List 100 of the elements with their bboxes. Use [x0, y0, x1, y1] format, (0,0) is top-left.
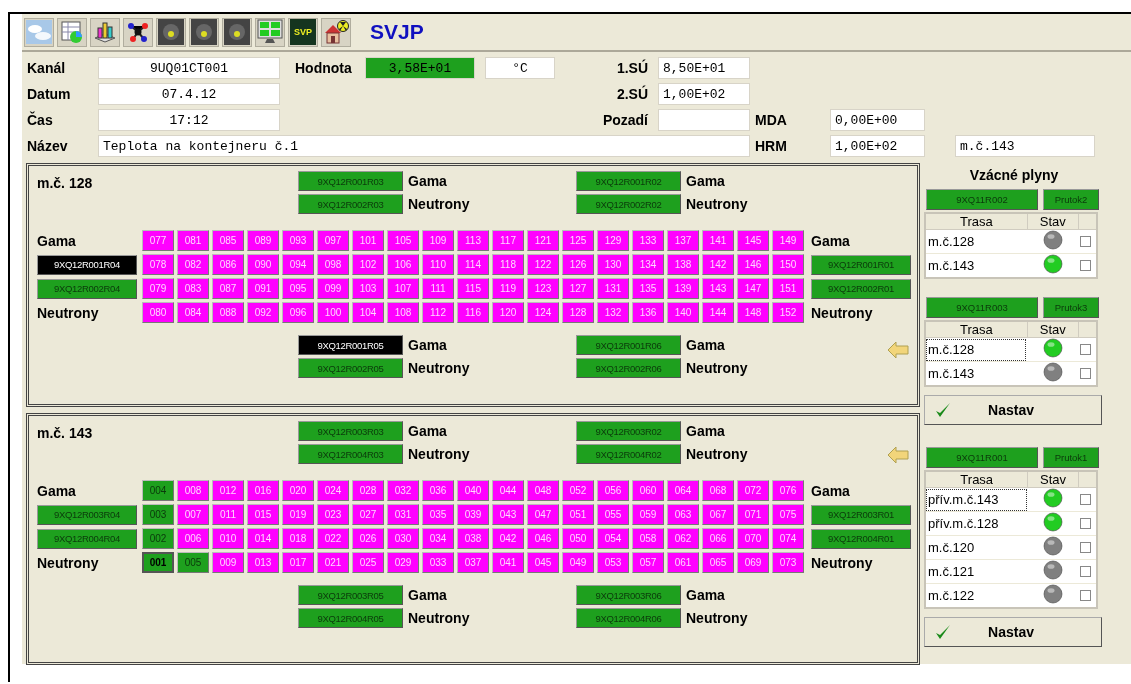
detector-button[interactable]: 9XQ12R004R04 — [37, 528, 137, 549]
position-cell[interactable]: 038 — [457, 528, 489, 549]
position-cell[interactable]: 023 — [317, 504, 349, 525]
toolbar-button[interactable] — [321, 17, 351, 47]
position-cell[interactable]: 065 — [702, 552, 734, 573]
position-cell[interactable]: 027 — [352, 504, 384, 525]
detector-button[interactable]: 9XQ12R002R05 — [298, 358, 403, 378]
position-cell[interactable]: 093 — [282, 230, 314, 251]
position-cell[interactable]: 129 — [597, 230, 629, 251]
date-field[interactable]: 07.4.12 — [98, 83, 280, 105]
position-cell[interactable]: 052 — [562, 480, 594, 501]
position-cell[interactable]: 128 — [562, 302, 594, 323]
position-cell[interactable]: 097 — [317, 230, 349, 251]
position-cell[interactable]: 047 — [527, 504, 559, 525]
detector-button[interactable]: 9XQ12R004R06 — [576, 608, 681, 628]
route-cell[interactable]: m.č.128 — [925, 337, 1028, 362]
position-cell[interactable]: 113 — [457, 230, 489, 251]
position-cell[interactable]: 013 — [247, 552, 279, 573]
position-cell[interactable]: 066 — [702, 528, 734, 549]
position-cell[interactable]: 081 — [177, 230, 209, 251]
position-cell[interactable]: 007 — [177, 504, 209, 525]
position-cell[interactable]: 137 — [667, 230, 699, 251]
position-cell[interactable]: 050 — [562, 528, 594, 549]
detector-button[interactable]: 9XQ12R002R06 — [576, 358, 681, 378]
checkbox[interactable] — [1080, 494, 1092, 505]
limit-field[interactable]: 1,00E+02 — [658, 83, 750, 105]
position-cell[interactable]: 085 — [212, 230, 244, 251]
position-cell[interactable]: 121 — [527, 230, 559, 251]
toolbar-button[interactable] — [123, 17, 153, 47]
detector-button[interactable]: 9XQ12R002R03 — [298, 194, 403, 214]
position-cell[interactable]: 006 — [177, 528, 209, 549]
position-cell[interactable]: 016 — [247, 480, 279, 501]
position-cell[interactable]: 125 — [562, 230, 594, 251]
position-cell[interactable]: 033 — [422, 552, 454, 573]
position-cell[interactable]: 144 — [702, 302, 734, 323]
checkbox[interactable] — [1080, 260, 1092, 271]
position-cell[interactable]: 110 — [422, 254, 454, 275]
position-cell[interactable]: 094 — [282, 254, 314, 275]
route-cell[interactable]: m.č.122 — [925, 583, 1028, 608]
limit-field[interactable]: 8,50E+01 — [658, 57, 750, 79]
position-cell[interactable]: 126 — [562, 254, 594, 275]
position-cell[interactable]: 009 — [212, 552, 244, 573]
toolbar-button[interactable] — [255, 17, 285, 47]
detector-button[interactable]: 9XQ12R001R03 — [298, 171, 403, 191]
position-cell[interactable]: 120 — [492, 302, 524, 323]
position-cell[interactable]: 145 — [737, 230, 769, 251]
channel-field[interactable]: 9UQ01CT001 — [98, 57, 280, 79]
position-cell[interactable]: 116 — [457, 302, 489, 323]
position-cell[interactable]: 099 — [317, 278, 349, 299]
position-cell[interactable]: 122 — [527, 254, 559, 275]
position-cell[interactable]: 088 — [212, 302, 244, 323]
position-cell[interactable]: 020 — [282, 480, 314, 501]
position-cell[interactable]: 138 — [667, 254, 699, 275]
position-cell[interactable]: 051 — [562, 504, 594, 525]
position-cell[interactable]: 054 — [597, 528, 629, 549]
detector-button[interactable]: 9XQ12R003R05 — [298, 585, 403, 605]
detector-button[interactable]: 9XQ11R001 — [926, 447, 1038, 468]
flow-button[interactable]: Prutok2 — [1043, 189, 1099, 210]
position-cell[interactable]: 086 — [212, 254, 244, 275]
position-cell[interactable]: 101 — [352, 230, 384, 251]
position-cell[interactable]: 123 — [527, 278, 559, 299]
detector-button[interactable]: 9XQ12R003R04 — [37, 504, 137, 525]
position-cell[interactable]: 003 — [142, 504, 174, 525]
detector-button[interactable]: 9XQ12R002R02 — [576, 194, 681, 214]
position-cell[interactable]: 080 — [142, 302, 174, 323]
position-cell[interactable]: 029 — [387, 552, 419, 573]
detector-button[interactable]: 9XQ11R002 — [926, 189, 1038, 210]
position-cell[interactable]: 100 — [317, 302, 349, 323]
detector-button[interactable]: 9XQ12R001R04 — [37, 254, 137, 275]
position-cell[interactable]: 012 — [212, 480, 244, 501]
position-cell[interactable]: 034 — [422, 528, 454, 549]
position-cell[interactable]: 118 — [492, 254, 524, 275]
position-cell[interactable]: 032 — [387, 480, 419, 501]
position-cell[interactable]: 119 — [492, 278, 524, 299]
position-cell[interactable]: 095 — [282, 278, 314, 299]
toolbar-button[interactable]: SVP — [288, 17, 318, 47]
position-cell[interactable]: 077 — [142, 230, 174, 251]
position-cell[interactable]: 021 — [317, 552, 349, 573]
position-cell[interactable]: 147 — [737, 278, 769, 299]
route-cell[interactable]: m.č.121 — [925, 559, 1028, 584]
position-cell[interactable]: 149 — [772, 230, 804, 251]
position-cell[interactable]: 082 — [177, 254, 209, 275]
position-cell[interactable]: 042 — [492, 528, 524, 549]
detector-button[interactable]: 9XQ12R003R06 — [576, 585, 681, 605]
position-cell[interactable]: 071 — [737, 504, 769, 525]
position-cell[interactable]: 011 — [212, 504, 244, 525]
detector-button[interactable]: 9XQ12R001R01 — [811, 254, 911, 275]
position-cell[interactable]: 104 — [352, 302, 384, 323]
position-cell[interactable]: 059 — [632, 504, 664, 525]
position-cell[interactable]: 010 — [212, 528, 244, 549]
detector-button[interactable]: 9XQ12R004R03 — [298, 444, 403, 464]
position-cell[interactable]: 096 — [282, 302, 314, 323]
toolbar-button[interactable] — [222, 17, 252, 47]
position-cell[interactable]: 044 — [492, 480, 524, 501]
position-cell[interactable]: 148 — [737, 302, 769, 323]
position-cell[interactable]: 084 — [177, 302, 209, 323]
reading-field[interactable]: 3,58E+01 — [365, 57, 475, 79]
position-cell[interactable]: 014 — [247, 528, 279, 549]
position-cell[interactable]: 040 — [457, 480, 489, 501]
set-button[interactable]: Nastav — [924, 395, 1102, 425]
